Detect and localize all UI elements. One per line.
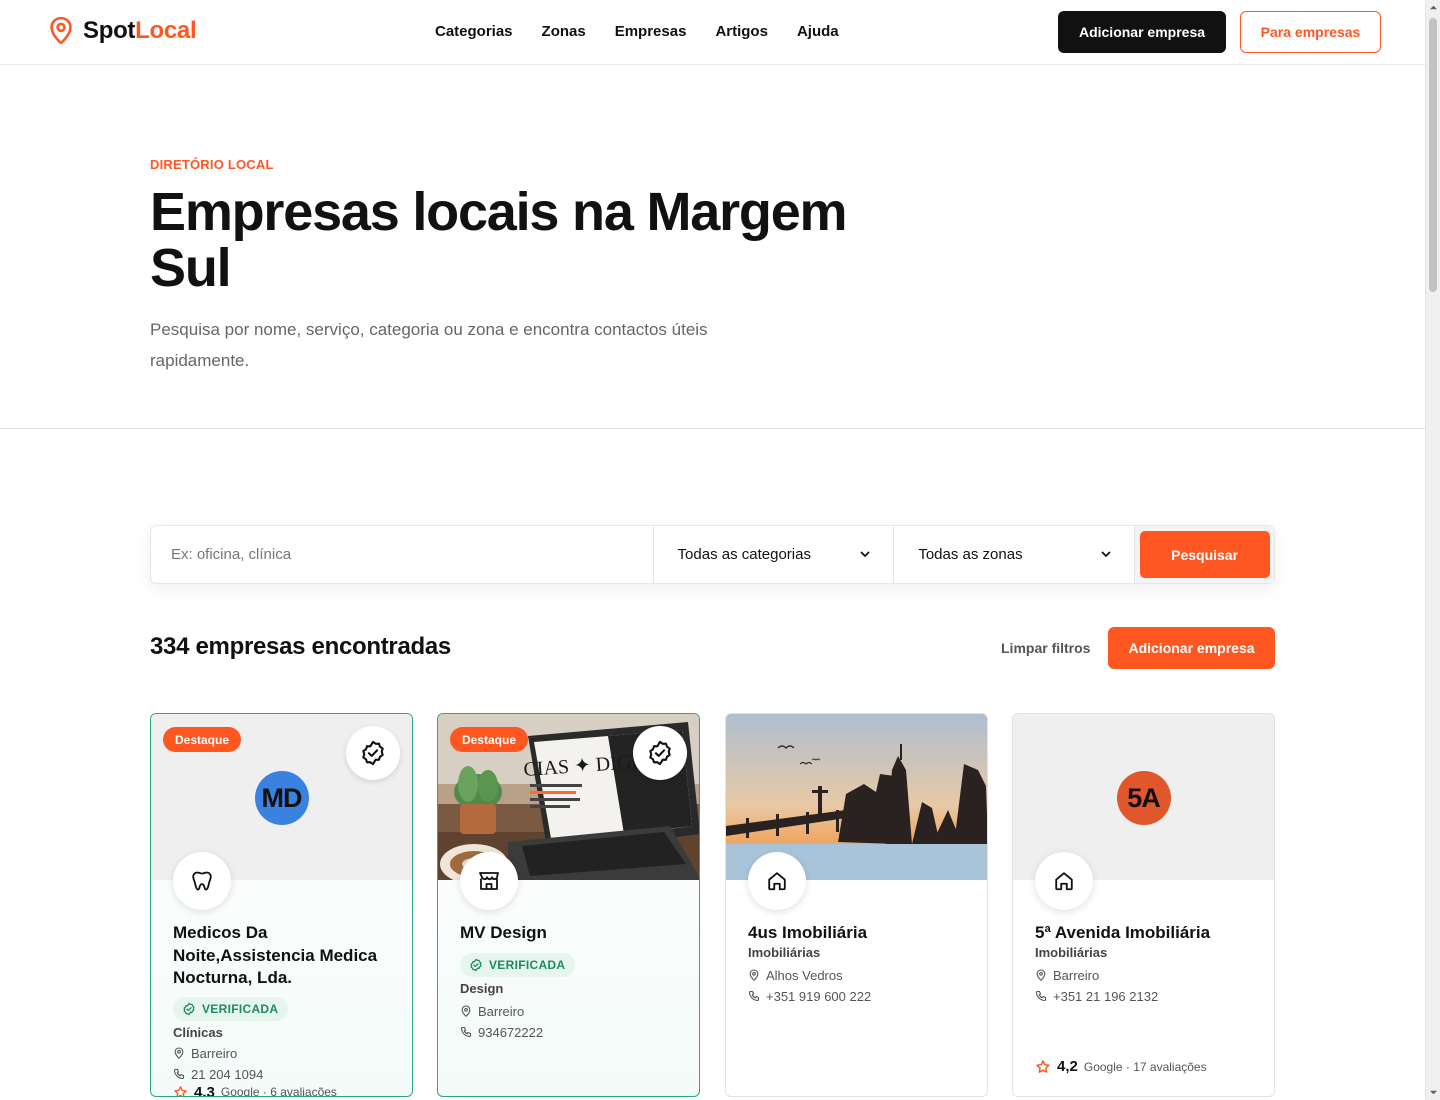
card-body: Medicos Da Noite,Assistencia Medica Noct… [173,922,394,1096]
map-pin-logo-icon [50,16,72,44]
zone-select-value: Todas as zonas [918,546,1023,563]
logo[interactable]: SpotLocal [48,16,197,46]
zone-select[interactable]: Todas as zonas [893,526,1134,583]
phone-icon [173,1068,185,1080]
search-button-wrap: Pesquisar [1134,526,1275,583]
card-phone[interactable]: +351 919 600 222 [748,989,969,1004]
phone-icon [460,1026,472,1038]
card-location: Barreiro [173,1046,394,1061]
store-icon [460,852,518,910]
business-card[interactable]: CIAS ✦ DIGIT Destaque MV Design VERIFICA… [437,713,700,1097]
category-select[interactable]: Todas as categorias [652,526,894,583]
scroll-down-arrow-icon[interactable] [1429,1088,1438,1097]
star-icon [1036,1059,1050,1073]
top-header: SpotLocal Categorias Zonas Empresas Arti… [0,0,1425,65]
verified-check-icon [183,1002,195,1015]
card-category: Imobiliárias [1035,944,1108,960]
add-business-button[interactable]: Adicionar empresa [1108,627,1275,669]
verified-pill: VERIFICADA [460,952,576,977]
location-pin-icon [749,968,759,981]
chevron-down-icon [860,551,870,557]
results-count: 334 empresas encontradas [150,633,451,660]
page-scrollbar[interactable] [1425,0,1440,1100]
card-phone[interactable]: 934672222 [460,1025,681,1040]
card-category: Clínicas [173,1024,223,1040]
page-title: Empresas locais na Margem Sul [150,182,848,298]
location-pin-icon [174,1046,184,1059]
card-title[interactable]: 5ª Avenida Imobiliária [1035,922,1256,945]
card-location: Alhos Vedros [748,968,969,983]
location-pin-icon [461,1004,471,1017]
star-icon [174,1085,187,1096]
card-category: Imobiliárias [748,944,821,960]
business-card[interactable]: 5A 5ª Avenida Imobiliária Imobiliárias B… [1012,713,1275,1097]
card-rating: 4,2 Google · 17 avaliações [1035,1058,1207,1075]
card-body: MV Design VERIFICADA Design Barreiro 934… [460,922,681,1040]
business-card[interactable]: Destaque MD Medicos Da Noite,Assistencia… [150,713,413,1097]
card-title[interactable]: Medicos Da Noite,Assistencia Medica Noct… [173,922,394,990]
card-title[interactable]: 4us Imobiliária [748,922,969,945]
nav-artigos[interactable]: Artigos [715,23,768,40]
logo-wordmark: SpotLocal [83,17,197,44]
header-add-business-button[interactable]: Adicionar empresa [1058,11,1226,53]
category-select-value: Todas as categorias [677,546,811,563]
featured-badge: Destaque [163,727,242,752]
verified-badge-icon [633,726,687,780]
hero-subtitle: Pesquisa por nome, serviço, categoria ou… [150,320,708,370]
nav-empresas[interactable]: Empresas [615,23,687,40]
search-button[interactable]: Pesquisar [1139,531,1270,578]
card-body: 5ª Avenida Imobiliária Imobiliárias Barr… [1035,922,1256,1004]
verified-badge-icon [346,726,400,780]
scroll-up-arrow-icon[interactable] [1429,3,1438,12]
chevron-down-icon [1101,551,1111,557]
avatar: 5A [1116,771,1171,825]
card-rating: 4,3 Google · 6 avaliações [173,1084,394,1096]
main-nav: Categorias Zonas Empresas Artigos Ajuda [435,23,839,40]
verified-check-icon [470,958,482,971]
nav-categorias[interactable]: Categorias [435,23,513,40]
search-bar: Todas as categorias Todas as zonas Pesqu… [150,525,1275,584]
nav-ajuda[interactable]: Ajuda [797,23,839,40]
scrollbar-thumb[interactable] [1429,18,1437,292]
card-phone[interactable]: +351 21 196 2132 [1035,989,1256,1004]
search-input[interactable] [151,526,653,583]
phone-icon [1035,990,1047,1002]
location-pin-icon [1036,968,1046,981]
card-body: 4us Imobiliária Imobiliárias Alhos Vedro… [748,922,969,1004]
card-phone[interactable]: 21 204 1094 [173,1067,394,1082]
verified-pill: VERIFICADA [173,996,289,1021]
card-title[interactable]: MV Design [460,922,681,945]
hero-section: DIRETÓRIO LOCAL Empresas locais na Marge… [0,66,1425,429]
hero-eyebrow: DIRETÓRIO LOCAL [150,157,274,172]
nav-zonas[interactable]: Zonas [542,23,586,40]
for-business-button[interactable]: Para empresas [1240,11,1381,53]
home-icon [1035,852,1093,910]
tooth-icon [173,852,231,910]
featured-badge: Destaque [450,727,529,752]
card-category: Design [460,980,504,996]
avatar: MD [254,771,309,825]
business-card[interactable]: 4us Imobiliária Imobiliárias Alhos Vedro… [725,713,988,1097]
card-location: Barreiro [460,1004,681,1019]
card-location: Barreiro [1035,968,1256,983]
home-icon [748,852,806,910]
clear-filters-link[interactable]: Limpar filtros [1001,640,1090,656]
phone-icon [748,990,760,1002]
